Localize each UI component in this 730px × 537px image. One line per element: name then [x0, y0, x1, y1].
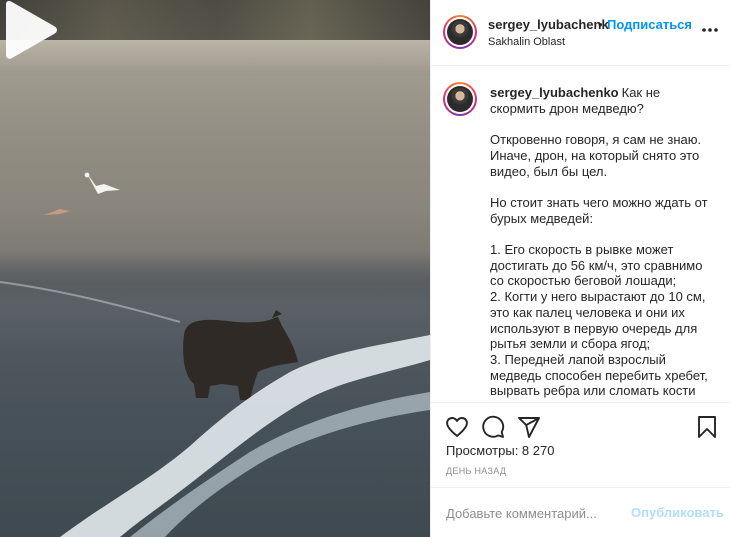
post-video[interactable]: [0, 0, 430, 537]
fish: [44, 209, 70, 215]
send-icon[interactable]: [517, 415, 541, 439]
action-bar: [431, 402, 730, 447]
avatar[interactable]: [443, 15, 477, 49]
seagull: [84, 172, 120, 194]
caption-avatar[interactable]: [443, 82, 477, 116]
separator-dot: •: [598, 17, 603, 32]
caption-section: sergey_lyubachenko Как не скормить дрон м…: [431, 67, 730, 402]
caption-text: Как не скормить дрон медведю? Откровенно…: [490, 85, 708, 399]
caption-username[interactable]: sergey_lyubachenko: [490, 85, 619, 100]
heart-icon[interactable]: [445, 415, 469, 439]
comment-icon[interactable]: [481, 415, 505, 439]
post-timestamp[interactable]: ДЕНЬ НАЗАД: [446, 466, 506, 476]
header-username[interactable]: sergey_lyubachenk: [488, 17, 609, 32]
location-link[interactable]: Sakhalin Oblast: [488, 36, 565, 48]
post-header: sergey_lyubachenk • Подписаться Sakhalin…: [431, 0, 730, 66]
caption: sergey_lyubachenko Как не скормить дрон м…: [490, 85, 708, 399]
publish-comment-button[interactable]: Опубликовать: [631, 505, 724, 520]
view-count[interactable]: Просмотры: 8 270: [446, 443, 554, 458]
comment-input[interactable]: [446, 503, 626, 523]
more-horizontal-icon[interactable]: [700, 20, 720, 40]
post-side-panel: sergey_lyubachenk • Подписаться Sakhalin…: [430, 0, 730, 537]
play-icon[interactable]: [0, 0, 58, 60]
comment-form: Опубликовать: [431, 487, 730, 537]
scene-illustration: [0, 172, 430, 537]
follow-button[interactable]: Подписаться: [607, 17, 692, 32]
bookmark-icon[interactable]: [695, 415, 719, 439]
